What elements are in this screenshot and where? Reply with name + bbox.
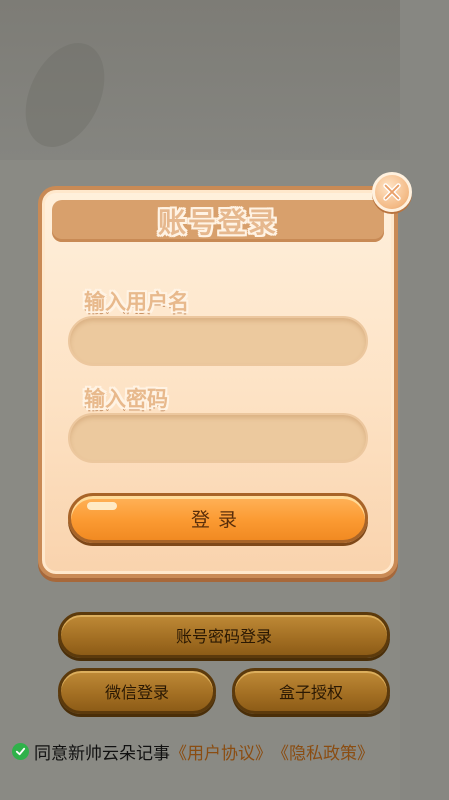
checkmark-glyph — [15, 747, 26, 755]
account-password-login-button[interactable]: 账号密码登录 — [58, 612, 390, 658]
button-shine — [87, 502, 117, 510]
login-submit-label: 登录 — [190, 508, 245, 531]
close-icon — [383, 183, 401, 201]
account-password-login-label: 账号密码登录 — [175, 627, 272, 646]
login-submit-button[interactable]: 登录 — [68, 493, 368, 543]
user-agreement-link[interactable]: 《用户协议》 — [170, 739, 272, 764]
agreement-text: 同意新帅云朵记事 — [34, 743, 170, 764]
agreement-row: 同意新帅云朵记事 《用户协议》 《隐私政策》 — [12, 738, 442, 764]
dialog-header: 账号登录 — [52, 200, 384, 242]
wechat-login-label: 微信登录 — [104, 683, 169, 702]
username-label: 输入用户名 — [84, 290, 189, 314]
box-authorize-button[interactable]: 盒子授权 — [232, 668, 390, 714]
password-input[interactable] — [68, 413, 368, 463]
background-right-strip — [400, 0, 449, 800]
username-input[interactable] — [68, 316, 368, 366]
dialog-title: 账号登录 — [157, 206, 278, 239]
privacy-policy-link[interactable]: 《隐私政策》 — [272, 739, 374, 764]
close-button[interactable] — [372, 172, 412, 212]
check-icon[interactable] — [12, 742, 29, 760]
wechat-login-button[interactable]: 微信登录 — [58, 668, 216, 714]
box-authorize-label: 盒子授权 — [278, 683, 343, 702]
password-label: 输入密码 — [84, 387, 168, 411]
